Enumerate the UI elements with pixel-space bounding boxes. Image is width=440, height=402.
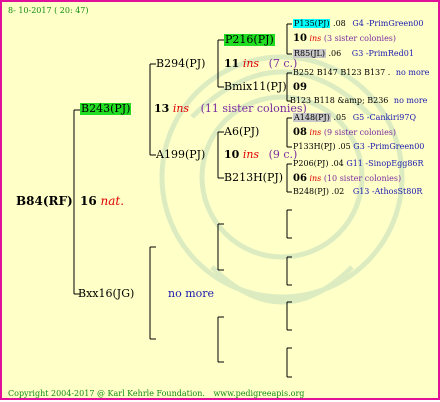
r5-entry: 09 (293, 82, 307, 94)
r4-entry: B252 B147 B123 B137 . no more (293, 67, 429, 79)
r3-number: .06 (328, 49, 342, 58)
mother-no-more: no more (168, 287, 215, 300)
r10-colony-name[interactable]: P206(PJ) (293, 159, 328, 168)
father-gen-number: 13 (154, 102, 170, 115)
r2-ins-label: ins (309, 34, 322, 43)
footer-url[interactable]: www.pedigreeapis.org (213, 389, 304, 398)
r7-line: G5 -Cankiri97Q (352, 113, 417, 122)
ffm-colony-name[interactable]: Bmix11(PJ) (224, 81, 287, 93)
r9-entry: P133H(PJ) .05 G3 -PrimGreen00 (293, 141, 424, 153)
r1-entry: P135(PJ) .08 G4 -PrimGreen00 (293, 18, 423, 30)
r7-number: .05 (333, 113, 347, 122)
mother-colony-name[interactable]: Bxx16(JG) (78, 288, 134, 300)
r10-number: .04 (331, 159, 344, 168)
r12-line: G13 -AthosSt80R (352, 187, 423, 196)
father-colony-name[interactable]: B243(PJ) (80, 103, 132, 115)
r6-entry: B123 B118 &amp; B236 no more (290, 95, 427, 107)
r8-gen-number: 08 (293, 127, 307, 138)
root-dot: . (120, 194, 125, 208)
r11-ins-label: ins (309, 174, 322, 183)
footer-copyright: Copyright 2004-2017 @ Karl Kehrle Founda… (8, 388, 304, 400)
ff-generation: 11 ins (7 c.) (224, 58, 297, 70)
r3-line: G3 -PrimRed01 (351, 49, 414, 58)
fm-generation: 10 ins (9 c.) (224, 149, 297, 161)
r1-line: G4 -PrimGreen00 (352, 19, 424, 28)
fff-colony-name[interactable]: P216(PJ) (224, 34, 275, 46)
r2-entry: 10 ins (3 sister colonies) (293, 33, 396, 45)
r5-gen-number: 09 (293, 82, 307, 93)
r8-ins-label: ins (309, 128, 322, 137)
r12-colony-name[interactable]: B248(PJ) (293, 187, 329, 196)
fmm-colony-name[interactable]: B213H(PJ) (224, 172, 283, 184)
r11-gen-number: 06 (293, 173, 307, 184)
report-date: 8- 10-2017 ( 20: 47) (8, 6, 89, 15)
r3-entry: R85(JL) .06 G3 -PrimRed01 (293, 48, 414, 60)
r1-colony-name[interactable]: P135(PJ) (293, 19, 331, 28)
r9-number: .05 (338, 142, 351, 151)
r1-number: .08 (333, 19, 346, 28)
r2-gen-number: 10 (293, 33, 307, 44)
r7-entry: A148(PJ) .05 G5 -Cankiri97Q (293, 112, 416, 124)
r3-colony-name[interactable]: R85(JL) (293, 49, 326, 58)
ff-colony-name[interactable]: B294(PJ) (156, 58, 205, 70)
father-ins-label: ins (172, 102, 190, 115)
root-gen-number: 16 (80, 194, 97, 208)
r10-line: G11 -SinopEgg86R (346, 159, 424, 168)
root-ins-label: nat (100, 194, 121, 208)
fm-gen-number: 10 (224, 148, 240, 161)
pedigree-page: 8- 10-2017 ( 20: 47) B84(RF) 16 nat. B24… (0, 0, 440, 400)
r8-sister-colonies: (9 sister colonies) (323, 128, 397, 137)
root-generation: 16 nat. (80, 195, 124, 207)
ff-gen-number: 11 (224, 57, 240, 70)
copyright-text: Copyright 2004-2017 @ Karl Kehrle Founda… (8, 389, 205, 398)
fmf-colony-name[interactable]: A6(PJ) (224, 126, 259, 138)
r6-no-more: no more (393, 96, 428, 105)
r12-entry: B248(PJ) .02 G13 -AthosSt80R (293, 186, 422, 198)
r7-colony-name[interactable]: A148(PJ) (293, 113, 331, 122)
r12-number: .02 (331, 187, 345, 196)
fm-ins-label: ins (242, 148, 260, 161)
r2-sister-colonies: (3 sister colonies) (323, 34, 397, 43)
r4-no-more: no more (395, 68, 430, 77)
ff-ins-label: ins (242, 57, 260, 70)
r6-colonies: B123 B118 &amp; B236 (290, 96, 389, 105)
r4-colonies: B252 B147 B123 B137 . (293, 68, 391, 77)
root-colony-name[interactable]: B84(RF) (16, 195, 73, 207)
father-generation: 13 ins (11 sister colonies) (154, 103, 307, 115)
r9-colony-name[interactable]: P133H(PJ) (293, 142, 335, 151)
r11-sister-colonies: (10 sister colonies) (323, 174, 402, 183)
r9-line: G3 -PrimGreen00 (353, 142, 425, 151)
fm-colony-name[interactable]: A199(PJ) (156, 149, 205, 161)
r11-entry: 06 ins (10 sister colonies) (293, 173, 401, 185)
r10-entry: P206(PJ) .04 G11 -SinopEgg86R (293, 158, 424, 170)
r8-entry: 08 ins (9 sister colonies) (293, 127, 396, 139)
